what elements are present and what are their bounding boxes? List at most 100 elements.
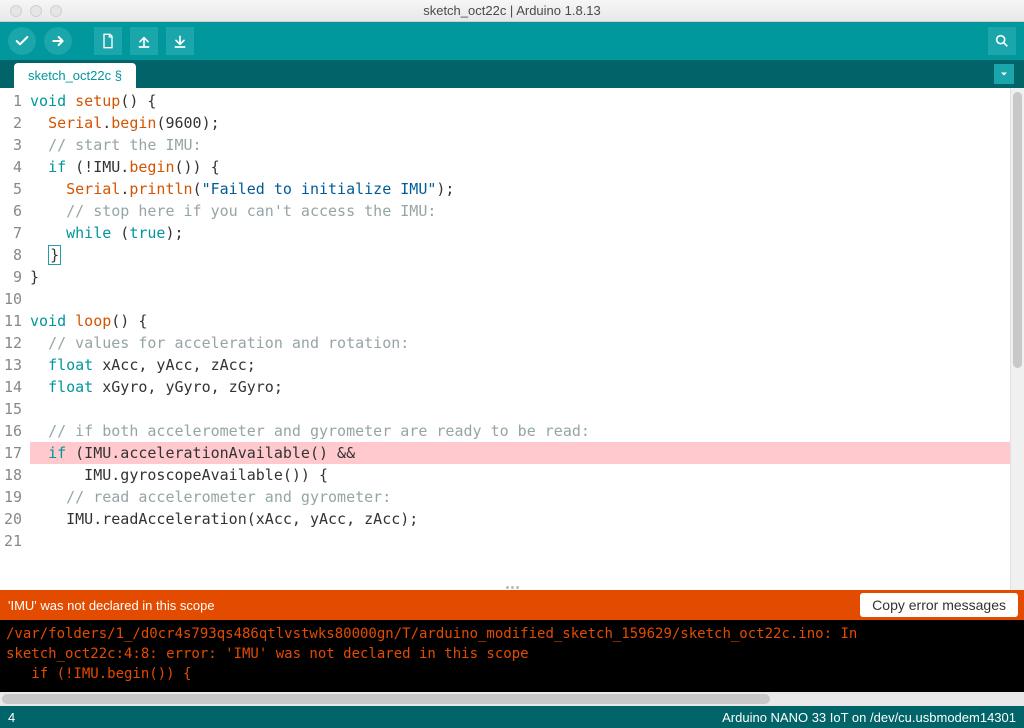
line-number: 15 (0, 398, 30, 420)
code-line: 2 Serial.begin(9600); (0, 112, 1010, 134)
code-line: 5 Serial.println("Failed to initialize I… (0, 178, 1010, 200)
code-line: 20 IMU.readAcceleration(xAcc, yAcc, zAcc… (0, 508, 1010, 530)
tab-menu-button[interactable] (994, 64, 1014, 84)
code-content (30, 530, 1010, 552)
code-content: void setup() { (30, 90, 1010, 112)
window-close-button[interactable] (10, 5, 22, 17)
line-number: 20 (0, 508, 30, 530)
serial-monitor-button[interactable] (988, 27, 1016, 55)
line-number: 21 (0, 530, 30, 552)
line-number: 8 (0, 244, 30, 266)
magnifier-icon (994, 33, 1010, 49)
window-zoom-button[interactable] (50, 5, 62, 17)
status-bar: 4 Arduino NANO 33 IoT on /dev/cu.usbmode… (0, 706, 1024, 728)
code-line: 7 while (true); (0, 222, 1010, 244)
code-line: 15 (0, 398, 1010, 420)
window-controls (10, 5, 62, 17)
code-content: // stop here if you can't access the IMU… (30, 200, 1010, 222)
arrow-down-icon (172, 33, 188, 49)
line-number: 7 (0, 222, 30, 244)
tab-bar: sketch_oct22c § (0, 60, 1024, 88)
code-content: Serial.begin(9600); (30, 112, 1010, 134)
code-content: float xAcc, yAcc, zAcc; (30, 354, 1010, 376)
code-content: // if both accelerometer and gyrometer a… (30, 420, 1010, 442)
vertical-scrollbar[interactable] (1010, 88, 1024, 590)
console-line: sketch_oct22c:4:8: error: 'IMU' was not … (6, 644, 1018, 664)
vertical-scroll-thumb[interactable] (1013, 92, 1022, 368)
code-line: 16 // if both accelerometer and gyromete… (0, 420, 1010, 442)
line-number: 1 (0, 90, 30, 112)
console-line: /var/folders/1_/d0cr4s793qs486qtlvstwks8… (6, 624, 1018, 644)
line-number: 2 (0, 112, 30, 134)
code-content: float xGyro, yGyro, zGyro; (30, 376, 1010, 398)
code-content: IMU.gyroscopeAvailable()) { (30, 464, 1010, 486)
code-line: 6 // stop here if you can't access the I… (0, 200, 1010, 222)
new-sketch-button[interactable] (94, 27, 122, 55)
code-content: Serial.println("Failed to initialize IMU… (30, 178, 1010, 200)
line-number: 5 (0, 178, 30, 200)
code-content: if (!IMU.begin()) { (30, 156, 1010, 178)
line-number: 17 (0, 442, 30, 464)
error-bar: 'IMU' was not declared in this scope Cop… (0, 590, 1024, 620)
code-content: // read accelerometer and gyrometer: (30, 486, 1010, 508)
error-message: 'IMU' was not declared in this scope (6, 598, 860, 613)
pane-resize-grip[interactable] (497, 584, 527, 590)
code-content: } (30, 266, 1010, 288)
code-line: 19 // read accelerometer and gyrometer: (0, 486, 1010, 508)
code-line: 21 (0, 530, 1010, 552)
code-line: 10 (0, 288, 1010, 310)
arrow-right-icon (50, 33, 66, 49)
code-line: 11void loop() { (0, 310, 1010, 332)
code-content: // values for acceleration and rotation: (30, 332, 1010, 354)
line-number: 4 (0, 156, 30, 178)
line-number: 10 (0, 288, 30, 310)
line-number: 3 (0, 134, 30, 156)
window-titlebar: sketch_oct22c | Arduino 1.8.13 (0, 0, 1024, 22)
check-icon (14, 33, 30, 49)
toolbar (0, 22, 1024, 60)
window-title: sketch_oct22c | Arduino 1.8.13 (0, 3, 1024, 18)
arrow-up-icon (136, 33, 152, 49)
chevron-down-icon (998, 68, 1010, 80)
file-icon (100, 33, 116, 49)
verify-button[interactable] (8, 27, 36, 55)
line-number: 13 (0, 354, 30, 376)
code-content: // start the IMU: (30, 134, 1010, 156)
code-content: void loop() { (30, 310, 1010, 332)
line-number: 6 (0, 200, 30, 222)
save-sketch-button[interactable] (166, 27, 194, 55)
code-content: IMU.readAcceleration(xAcc, yAcc, zAcc); (30, 508, 1010, 530)
line-number: 11 (0, 310, 30, 332)
copy-error-button[interactable]: Copy error messages (860, 593, 1018, 617)
code-content (30, 398, 1010, 420)
code-line: 12 // values for acceleration and rotati… (0, 332, 1010, 354)
code-line: 14 float xGyro, yGyro, zGyro; (0, 376, 1010, 398)
line-number: 14 (0, 376, 30, 398)
code-content (30, 288, 1010, 310)
line-number: 19 (0, 486, 30, 508)
code-content: while (true); (30, 222, 1010, 244)
code-line: 3 // start the IMU: (0, 134, 1010, 156)
line-number: 9 (0, 266, 30, 288)
line-number: 18 (0, 464, 30, 486)
horizontal-scroll-thumb[interactable] (2, 694, 770, 704)
horizontal-scrollbar[interactable] (0, 692, 1024, 706)
line-number: 12 (0, 332, 30, 354)
console-line: if (!IMU.begin()) { (6, 664, 1018, 684)
console-output[interactable]: /var/folders/1_/d0cr4s793qs486qtlvstwks8… (0, 620, 1024, 692)
editor-area: 1void setup() {2 Serial.begin(9600);3 //… (0, 88, 1024, 590)
code-content: } (30, 244, 1010, 266)
code-line: 18 IMU.gyroscopeAvailable()) { (0, 464, 1010, 486)
status-board-port: Arduino NANO 33 IoT on /dev/cu.usbmodem1… (722, 710, 1016, 725)
line-number: 16 (0, 420, 30, 442)
upload-button[interactable] (44, 27, 72, 55)
code-line: 9} (0, 266, 1010, 288)
code-editor[interactable]: 1void setup() {2 Serial.begin(9600);3 //… (0, 88, 1010, 590)
window-minimize-button[interactable] (30, 5, 42, 17)
code-line: 13 float xAcc, yAcc, zAcc; (0, 354, 1010, 376)
status-cursor-line: 4 (8, 710, 722, 725)
code-content: if (IMU.accelerationAvailable() && (30, 442, 1010, 464)
code-line: 17 if (IMU.accelerationAvailable() && (0, 442, 1010, 464)
open-sketch-button[interactable] (130, 27, 158, 55)
sketch-tab[interactable]: sketch_oct22c § (14, 63, 136, 88)
